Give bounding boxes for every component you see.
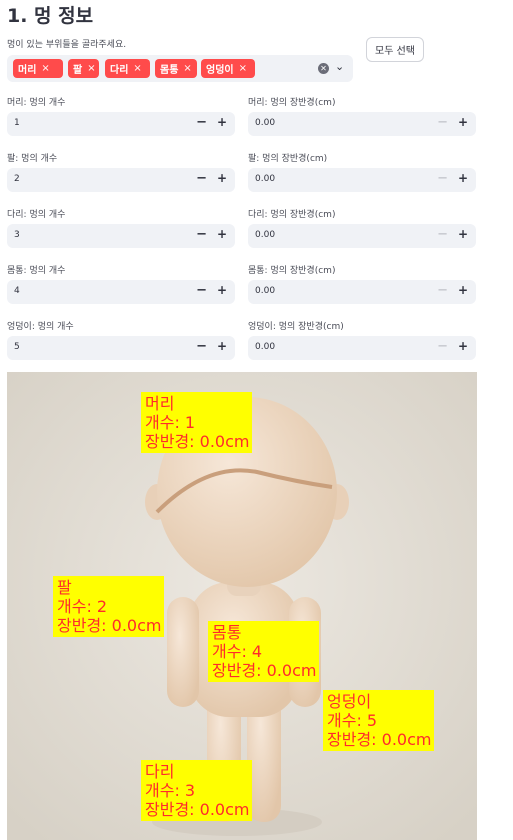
select-all-button[interactable]: 모두 선택 (366, 37, 424, 62)
diameter-value: 0.00 (255, 230, 276, 240)
tag-torso[interactable]: 몸통 × (155, 59, 197, 78)
annotation-diameter: 장반경: 0.0cm (212, 661, 317, 680)
count-input[interactable]: 5 − + (7, 336, 235, 360)
plus-icon[interactable]: + (458, 339, 468, 353)
annotation-count: 개수: 5 (327, 711, 378, 730)
tag-remove-icon[interactable]: × (87, 63, 95, 74)
annotation-count: 개수: 2 (57, 597, 108, 616)
diameter-value: 0.00 (255, 118, 276, 128)
annotation-diameter: 장반경: 0.0cm (145, 432, 250, 451)
plus-icon[interactable]: + (217, 227, 227, 241)
tag-label: 머리 (18, 65, 37, 76)
count-input[interactable]: 2 − + (7, 168, 235, 192)
count-input[interactable]: 1 − + (7, 112, 235, 136)
tag-label: 팔 (73, 65, 83, 76)
tag-label: 몸통 (160, 65, 179, 76)
diameter-value: 0.00 (255, 174, 276, 184)
minus-icon[interactable]: − (196, 115, 207, 130)
annotation-count: 개수: 4 (212, 642, 263, 661)
annotation-part: 몸통 (212, 623, 242, 642)
diameter-input[interactable]: 0.00 − + (248, 336, 476, 360)
page-title: 1. 멍 정보 (7, 5, 94, 27)
annotation-diameter: 장반경: 0.0cm (327, 730, 432, 749)
diameter-value: 0.00 (255, 286, 276, 296)
diameter-label: 엉덩이: 멍의 장반경(cm) (248, 322, 344, 332)
count-value: 5 (14, 342, 20, 352)
diameter-input[interactable]: 0.00 − + (248, 224, 476, 248)
diameter-value: 0.00 (255, 342, 276, 352)
annotation-leg: 다리 개수: 3 장반경: 0.0cm (141, 760, 253, 821)
count-label: 머리: 멍의 개수 (7, 98, 66, 108)
body-illustration: 머리 개수: 1 장반경: 0.0cm 팔 개수: 2 장반경: 0.0cm 몸… (7, 372, 477, 840)
annotation-arm: 팔 개수: 2 장반경: 0.0cm (53, 576, 165, 637)
annotation-count: 개수: 1 (145, 413, 196, 432)
annotation-diameter: 장반경: 0.0cm (145, 800, 250, 819)
annotation-count: 개수: 3 (145, 781, 196, 800)
tag-remove-icon[interactable]: × (133, 63, 141, 74)
count-label: 팔: 멍의 개수 (7, 154, 58, 164)
select-prompt: 멍이 있는 부위들을 골라주세요. (7, 40, 127, 50)
minus-icon[interactable]: − (196, 227, 207, 242)
diameter-label: 팔: 멍의 장반경(cm) (248, 154, 328, 164)
diameter-label: 몸통: 멍의 장반경(cm) (248, 266, 336, 276)
tag-remove-icon[interactable]: × (41, 63, 49, 74)
count-value: 4 (14, 286, 20, 296)
annotation-hip: 엉덩이 개수: 5 장반경: 0.0cm (323, 690, 435, 751)
count-label: 다리: 멍의 개수 (7, 210, 66, 220)
annotation-head: 머리 개수: 1 장반경: 0.0cm (141, 392, 253, 453)
plus-icon[interactable]: + (458, 115, 468, 129)
count-value: 1 (14, 118, 20, 128)
diameter-input[interactable]: 0.00 − + (248, 280, 476, 304)
plus-icon[interactable]: + (458, 227, 468, 241)
count-label: 엉덩이: 멍의 개수 (7, 322, 74, 332)
minus-icon[interactable]: − (437, 115, 448, 130)
diameter-label: 머리: 멍의 장반경(cm) (248, 98, 336, 108)
tag-leg[interactable]: 다리 × (105, 59, 150, 78)
plus-icon[interactable]: + (217, 171, 227, 185)
tag-arm[interactable]: 팔 × (68, 59, 99, 78)
count-value: 2 (14, 174, 20, 184)
diameter-input[interactable]: 0.00 − + (248, 168, 476, 192)
body-part-multiselect[interactable]: 머리 × 팔 × 다리 × 몸통 × 엉덩이 × ✕ ⌄ (7, 55, 353, 82)
annotation-diameter: 장반경: 0.0cm (57, 616, 162, 635)
tag-label: 다리 (110, 65, 129, 76)
minus-icon[interactable]: − (437, 339, 448, 354)
tag-remove-icon[interactable]: × (239, 63, 247, 74)
count-input[interactable]: 3 − + (7, 224, 235, 248)
count-label: 몸통: 멍의 개수 (7, 266, 66, 276)
clear-x-icon[interactable]: ✕ (318, 63, 329, 74)
annotation-part: 다리 (145, 762, 175, 781)
plus-icon[interactable]: + (458, 283, 468, 297)
count-input[interactable]: 4 − + (7, 280, 235, 304)
chevron-down-icon[interactable]: ⌄ (335, 60, 344, 73)
annotation-torso: 몸통 개수: 4 장반경: 0.0cm (208, 621, 320, 682)
diameter-label: 다리: 멍의 장반경(cm) (248, 210, 336, 220)
plus-icon[interactable]: + (458, 171, 468, 185)
minus-icon[interactable]: − (437, 283, 448, 298)
minus-icon[interactable]: − (437, 227, 448, 242)
minus-icon[interactable]: − (196, 171, 207, 186)
minus-icon[interactable]: − (196, 283, 207, 298)
tag-head[interactable]: 머리 × (13, 59, 63, 78)
tag-label: 엉덩이 (206, 65, 234, 76)
plus-icon[interactable]: + (217, 339, 227, 353)
tag-hip[interactable]: 엉덩이 × (201, 59, 255, 78)
minus-icon[interactable]: − (437, 171, 448, 186)
minus-icon[interactable]: − (196, 339, 207, 354)
annotation-part: 머리 (145, 394, 175, 413)
annotation-part: 팔 (57, 578, 72, 597)
tag-remove-icon[interactable]: × (183, 63, 191, 74)
plus-icon[interactable]: + (217, 115, 227, 129)
count-value: 3 (14, 230, 20, 240)
plus-icon[interactable]: + (217, 283, 227, 297)
diameter-input[interactable]: 0.00 − + (248, 112, 476, 136)
annotation-part: 엉덩이 (327, 692, 372, 711)
